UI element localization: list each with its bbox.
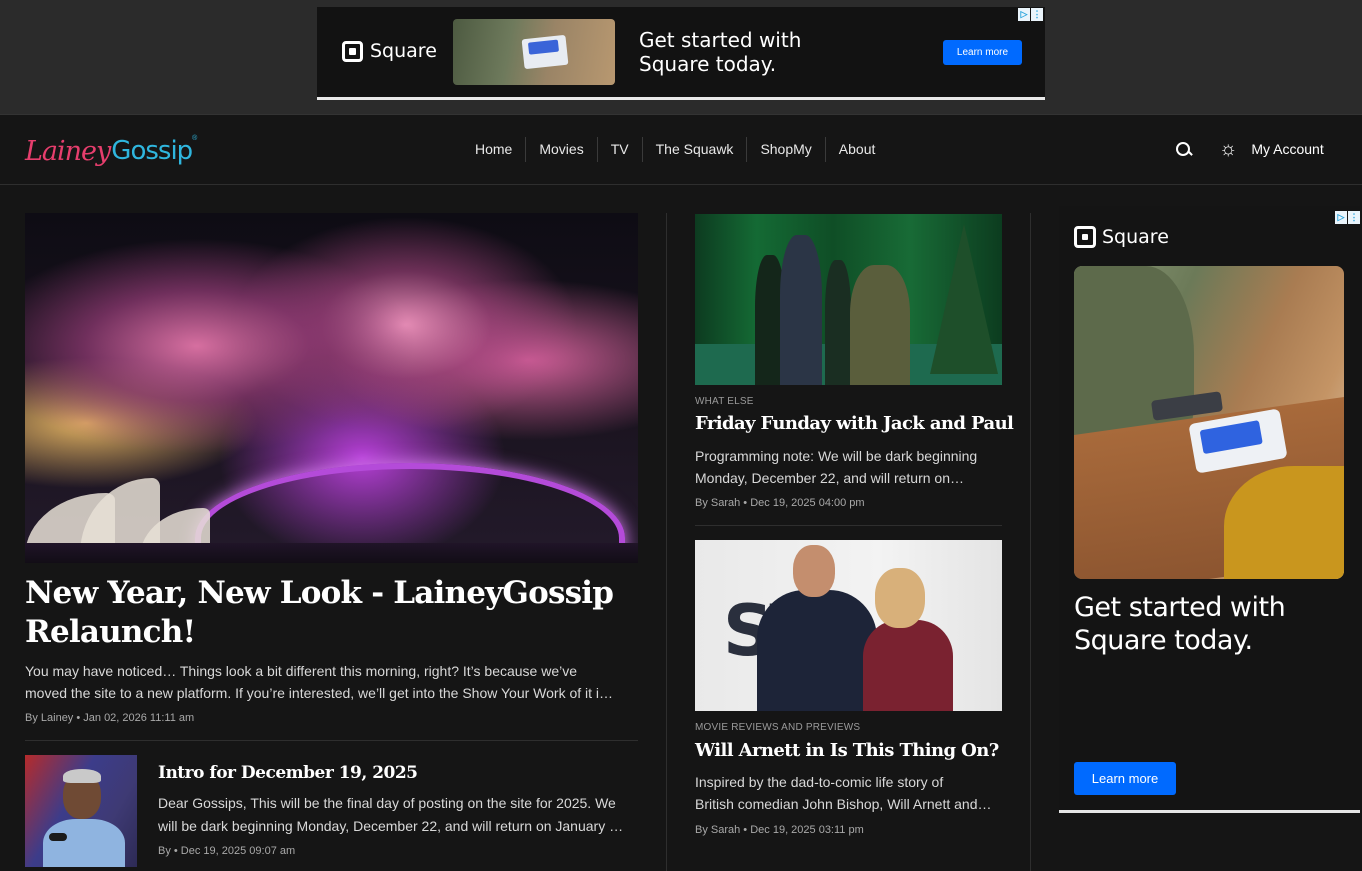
ad-choices[interactable]: ▷ ⋮: [1335, 211, 1360, 224]
logo-gossip: Gossip: [111, 136, 193, 166]
excerpt-line: Inspired by the dad-to-comic life story …: [695, 774, 944, 790]
sidebar-ad[interactable]: ▷ ⋮ Square Get started with Square today…: [1059, 206, 1360, 813]
card-category[interactable]: WHAT ELSE: [695, 396, 754, 407]
ad-learn-more-button[interactable]: Learn more: [943, 40, 1022, 65]
nav-the-squawk[interactable]: The Squawk: [641, 137, 747, 162]
site-header: Lainey Gossip ® Home Movies TV The Squaw…: [0, 114, 1362, 185]
excerpt-line: will be dark beginning Monday, December …: [158, 818, 624, 834]
ad-headline-line: Square today.: [639, 52, 777, 76]
square-logo: Square: [1074, 226, 1169, 248]
top-ad-band: Square Get started with Square today. Le…: [0, 0, 1362, 114]
more-options-icon[interactable]: ⋮: [1348, 211, 1360, 224]
excerpt-line: Dear Gossips, This will be the final day…: [158, 795, 616, 811]
excerpt-line: Monday, December 22, and will return on…: [695, 470, 964, 486]
card-image[interactable]: [695, 214, 1002, 385]
search-icon[interactable]: [1175, 141, 1192, 158]
top-banner-ad[interactable]: Square Get started with Square today. Le…: [317, 7, 1045, 100]
square-logo-icon: [1074, 226, 1096, 248]
ad-headline: Get started with Square today.: [1074, 591, 1344, 657]
site-logo[interactable]: Lainey Gossip ®: [25, 131, 197, 171]
nav-movies[interactable]: Movies: [525, 137, 596, 162]
column-divider: [1030, 213, 1031, 871]
card-title[interactable]: Will Arnett in Is This Thing On?: [695, 739, 999, 763]
story-thumbnail[interactable]: [25, 755, 137, 867]
ad-headline: Get started with Square today.: [639, 28, 859, 76]
sun-icon[interactable]: ☼: [1219, 139, 1237, 159]
story-meta: By • Dec 19, 2025 09:07 am: [158, 845, 296, 857]
card-excerpt: Programming note: We will be dark beginn…: [695, 445, 1002, 489]
logo-registered-mark: ®: [192, 135, 198, 142]
divider: [695, 525, 1002, 526]
ad-headline-line: Square today.: [1074, 625, 1253, 656]
ad-headline-line: Get started with: [1074, 592, 1286, 623]
nav-home[interactable]: Home: [462, 137, 525, 162]
ad-photo: [1074, 266, 1344, 579]
square-brand-text: Square: [370, 40, 437, 62]
nav-about[interactable]: About: [824, 137, 889, 162]
excerpt-line: moved the site to a new platform. If you…: [25, 685, 614, 701]
adchoices-icon[interactable]: ▷: [1335, 211, 1347, 224]
header-actions: ☼ My Account: [1175, 139, 1324, 159]
my-account-link[interactable]: My Account: [1251, 141, 1323, 157]
card-meta: By Sarah • Dec 19, 2025 04:00 pm: [695, 497, 865, 509]
ad-headline-line: Get started with: [639, 28, 802, 52]
logo-lainey: Lainey: [25, 135, 111, 167]
feature-title[interactable]: New Year, New Look - LaineyGossip Relaun…: [25, 574, 625, 652]
more-options-icon[interactable]: ⋮: [1031, 8, 1043, 21]
story-excerpt: Dear Gossips, This will be the final day…: [158, 792, 633, 838]
column-divider: [666, 213, 667, 871]
nav-shopmy[interactable]: ShopMy: [746, 137, 824, 162]
main-menu: Home Movies TV The Squawk ShopMy About: [462, 137, 888, 162]
ad-learn-more-button[interactable]: Learn more: [1074, 762, 1176, 795]
card-title[interactable]: Friday Funday with Jack and Paul: [695, 412, 1014, 436]
card-meta: By Sarah • Dec 19, 2025 03:11 pm: [695, 824, 864, 836]
card-image[interactable]: ST: [695, 540, 1002, 711]
square-logo: Square: [342, 40, 437, 62]
excerpt-line: Programming note: We will be dark beginn…: [695, 448, 978, 464]
square-logo-icon: [342, 40, 363, 62]
ad-photo: [453, 19, 615, 85]
nav-tv[interactable]: TV: [596, 137, 642, 162]
feature-meta: By Lainey • Jan 02, 2026 11:11 am: [25, 712, 195, 724]
feature-excerpt: You may have noticed… Things look a bit …: [25, 660, 637, 704]
excerpt-line: You may have noticed… Things look a bit …: [25, 663, 578, 679]
ad-choices[interactable]: ▷ ⋮: [1018, 8, 1043, 21]
excerpt-line: British comedian John Bishop, Will Arnet…: [695, 796, 992, 812]
card-excerpt: Inspired by the dad-to-comic life story …: [695, 771, 1002, 815]
square-brand-text: Square: [1102, 226, 1169, 248]
card-category[interactable]: MOVIE REVIEWS AND PREVIEWS: [695, 722, 860, 733]
adchoices-icon[interactable]: ▷: [1018, 8, 1030, 21]
story-title[interactable]: Intro for December 19, 2025: [158, 761, 418, 785]
feature-image[interactable]: [25, 213, 638, 563]
divider: [25, 740, 638, 741]
